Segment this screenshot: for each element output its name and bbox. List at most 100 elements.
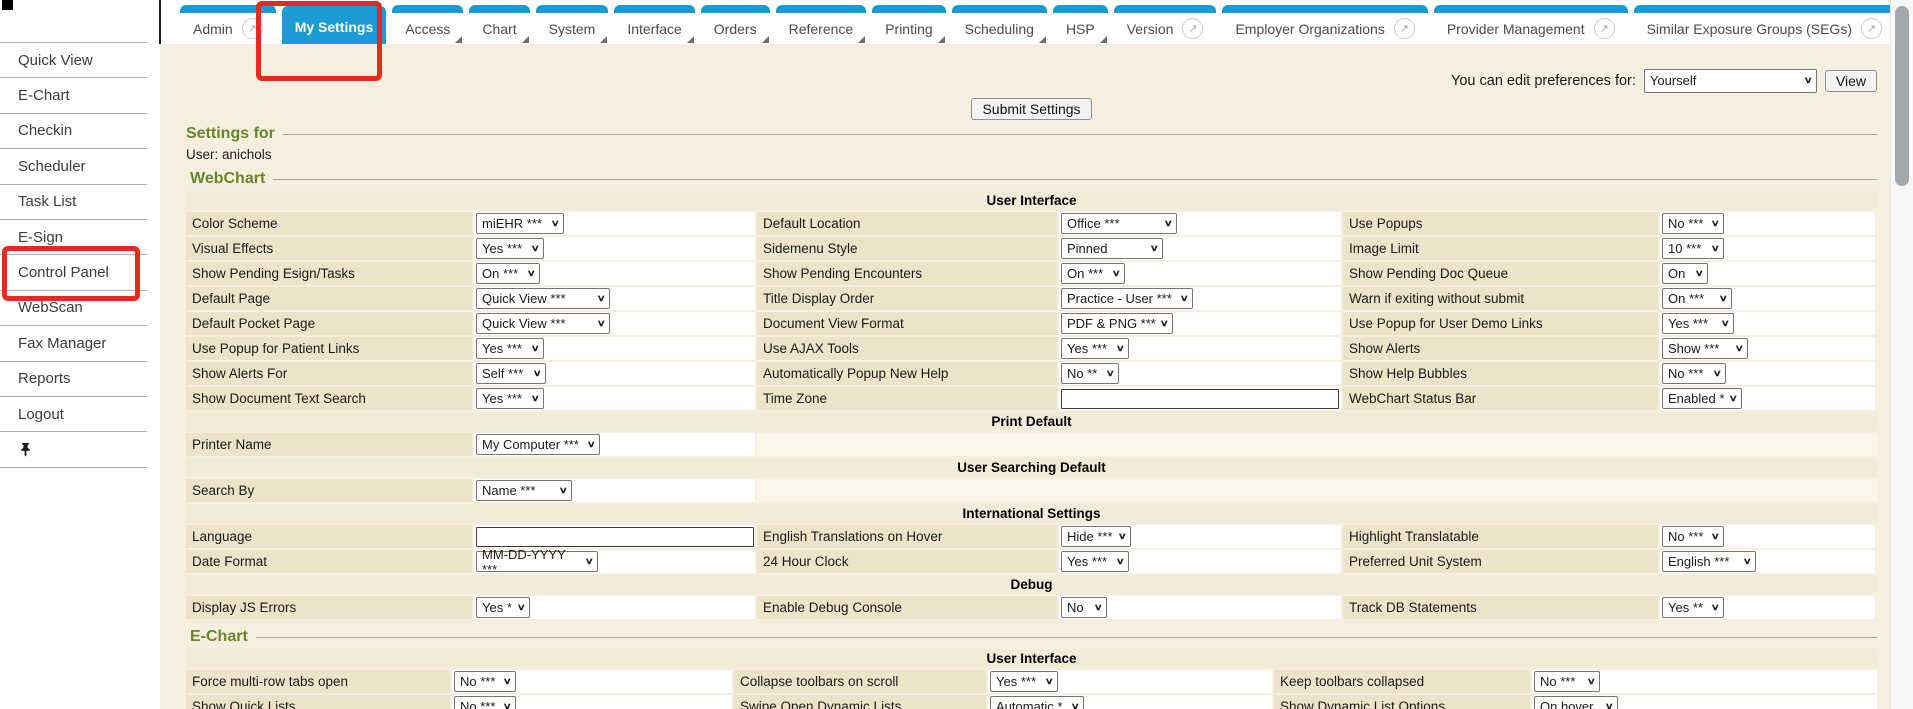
select-default-location[interactable]: Office ***∨	[1061, 213, 1177, 234]
select-use-popups[interactable]: No ***∨	[1662, 213, 1724, 234]
tab-employer-organizations[interactable]: Employer Organizations↗	[1222, 5, 1427, 44]
view-button[interactable]: View	[1825, 70, 1877, 92]
submit-settings-button[interactable]: Submit Settings	[971, 98, 1091, 120]
setting-label-preferred-unit-system: Preferred Unit System	[1343, 550, 1658, 573]
select-value: No ***	[1668, 529, 1703, 544]
tab-provider-management[interactable]: Provider Management↗	[1434, 5, 1628, 44]
select-default-page[interactable]: Quick View ***∨	[476, 288, 610, 309]
select-collapse-toolbars-on-scroll[interactable]: Yes ***∨	[990, 671, 1058, 692]
select-search-by[interactable]: Name ***∨	[476, 480, 572, 501]
sidebar-item-label: Checkin	[18, 122, 72, 139]
scrollbar-thumb[interactable]	[1895, 6, 1909, 186]
sidebar-item-webscan[interactable]: WebScan	[0, 290, 147, 325]
select-printer-name[interactable]: My Computer ***∨	[476, 434, 600, 455]
popout-icon[interactable]: ↗	[242, 18, 263, 39]
sidebar-item-scheduler[interactable]: Scheduler	[0, 148, 147, 183]
tab-hsp[interactable]: HSP	[1053, 5, 1108, 44]
select-use-ajax-tools[interactable]: Yes ***∨	[1061, 338, 1129, 359]
sidebar-item-task-list[interactable]: Task List	[0, 184, 147, 219]
tab-label: Orders	[714, 21, 757, 37]
tab-access[interactable]: Access	[392, 5, 463, 44]
select-preferred-unit-system[interactable]: English ***∨	[1662, 551, 1756, 572]
select-value: Automatic *	[996, 699, 1062, 709]
user-line: User: anichols	[186, 147, 1877, 165]
tab-label: Scheduling	[965, 21, 1034, 37]
select-default-pocket-page[interactable]: Quick View ***∨	[476, 313, 610, 334]
popout-icon[interactable]: ↗	[1861, 18, 1882, 39]
select-sidemenu-style[interactable]: Pinned∨	[1061, 238, 1163, 259]
tab-admin[interactable]: Admin↗	[180, 5, 276, 44]
select-force-multi-row-tabs-open[interactable]: No ***∨	[454, 671, 516, 692]
popout-icon[interactable]: ↗	[1394, 18, 1415, 39]
select-show-alerts-for[interactable]: Self ***∨	[476, 363, 546, 384]
select-show-dynamic-list-options[interactable]: On hover∨	[1534, 696, 1618, 709]
select-color-scheme[interactable]: miEHR ***∨	[476, 213, 564, 234]
popout-icon[interactable]: ↗	[1594, 18, 1615, 39]
chevron-down-icon: ∨	[531, 243, 540, 254]
select-show-pending-esign-tasks[interactable]: On ***∨	[476, 263, 540, 284]
settings-row: Force multi-row tabs openNo ***∨Collapse…	[186, 670, 1877, 693]
preferences-for-select[interactable]: Yourself ∨	[1644, 69, 1817, 93]
settings-row: Default Pocket PageQuick View ***∨Docume…	[186, 312, 1877, 335]
select-swipe-open-dynamic-lists[interactable]: Automatic *∨	[990, 696, 1084, 709]
setting-control-cell: Yes ***∨	[1059, 550, 1341, 573]
preferences-for-value: Yourself	[1650, 73, 1697, 88]
sidebar-item-logout[interactable]: Logout	[0, 396, 147, 431]
tab-my-settings[interactable]: My Settings	[282, 6, 387, 44]
sidebar-item-checkin[interactable]: Checkin	[0, 113, 147, 148]
tab-system[interactable]: System	[536, 5, 609, 44]
select-automatically-popup-new-help[interactable]: No **∨	[1061, 363, 1119, 384]
tab-scheduling[interactable]: Scheduling	[952, 5, 1047, 44]
select-24-hour-clock[interactable]: Yes ***∨	[1061, 551, 1129, 572]
select-display-js-errors[interactable]: Yes *∨	[476, 597, 530, 618]
popout-icon[interactable]: ↗	[1182, 18, 1203, 39]
group-heading-label: WebChart	[186, 170, 265, 188]
tab-printing[interactable]: Printing	[872, 5, 945, 44]
sidebar-item-fax-manager[interactable]: Fax Manager	[0, 325, 147, 360]
select-document-view-format[interactable]: PDF & PNG ***∨	[1061, 313, 1173, 334]
select-show-quick-lists[interactable]: No ***∨	[454, 696, 516, 709]
select-webchart-status-bar[interactable]: Enabled *∨	[1662, 388, 1742, 409]
sidebar-pin-item[interactable]	[0, 431, 147, 467]
select-use-popup-for-patient-links[interactable]: Yes ***∨	[476, 338, 544, 359]
input-language[interactable]	[476, 527, 754, 547]
chevron-down-icon: ∨	[1094, 602, 1103, 613]
sidebar-item-control-panel[interactable]: Control Panel	[0, 254, 147, 289]
tab-similar-exposure-groups-segs[interactable]: Similar Exposure Groups (SEGs)↗	[1634, 5, 1895, 44]
select-title-display-order[interactable]: Practice - User ***∨	[1061, 288, 1193, 309]
select-show-help-bubbles[interactable]: No ***∨	[1662, 363, 1726, 384]
setting-label-english-translations-on-hover: English Translations on Hover	[757, 525, 1057, 548]
select-keep-toolbars-collapsed[interactable]: No ***∨	[1534, 671, 1600, 692]
select-date-format[interactable]: MM-DD-YYYY ***∨	[476, 551, 598, 572]
tab-version[interactable]: Version↗	[1114, 5, 1217, 44]
input-time-zone[interactable]	[1061, 389, 1339, 409]
select-value: Quick View ***	[482, 316, 566, 331]
select-value: No ***	[1668, 366, 1703, 381]
sidebar-item-e-chart[interactable]: E-Chart	[0, 77, 147, 112]
sidebar-item-quick-view[interactable]: Quick View	[0, 42, 147, 77]
sidebar-item-reports[interactable]: Reports	[0, 361, 147, 396]
select-highlight-translatable[interactable]: No ***∨	[1662, 526, 1724, 547]
select-image-limit[interactable]: 10 ***∨	[1662, 238, 1724, 259]
select-warn-if-exiting-without-submit[interactable]: On ***∨	[1662, 288, 1732, 309]
tab-interface[interactable]: Interface	[614, 5, 694, 44]
select-track-db-statements[interactable]: Yes **∨	[1662, 597, 1724, 618]
select-value: Yes ***	[996, 674, 1036, 689]
tab-reference[interactable]: Reference	[776, 5, 867, 44]
select-show-document-text-search[interactable]: Yes ***∨	[476, 388, 544, 409]
select-visual-effects[interactable]: Yes ***∨	[476, 238, 544, 259]
select-use-popup-for-user-demo-links[interactable]: Yes ***∨	[1662, 313, 1734, 334]
select-show-pending-doc-queue[interactable]: On∨	[1662, 263, 1708, 284]
select-enable-debug-console[interactable]: No∨	[1061, 597, 1107, 618]
setting-control-cell: Automatic *∨	[988, 695, 1272, 709]
select-show-pending-encounters[interactable]: On ***∨	[1061, 263, 1125, 284]
select-show-alerts[interactable]: Show ***∨	[1662, 338, 1748, 359]
sidebar-item-e-sign[interactable]: E-Sign	[0, 219, 147, 254]
setting-control-cell: Quick View ***∨	[474, 312, 755, 335]
tab-orders[interactable]: Orders	[701, 5, 770, 44]
sidebar: Quick ViewE-Chart Checkin SchedulerTask Li…	[0, 0, 160, 709]
scrollbar[interactable]	[1890, 0, 1913, 709]
tab-chart[interactable]: Chart	[469, 5, 529, 44]
group-heading-webchart: WebChart	[186, 169, 1877, 189]
select-english-translations-on-hover[interactable]: Hide ***∨	[1061, 526, 1131, 547]
